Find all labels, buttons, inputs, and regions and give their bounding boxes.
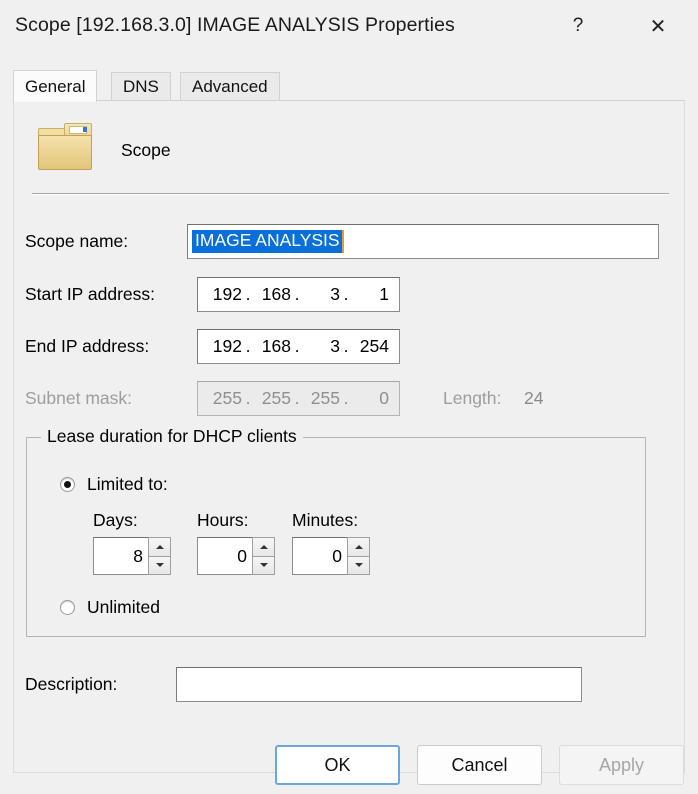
subnet-octet-2: 255	[261, 388, 291, 408]
tab-dns[interactable]: DNS	[111, 72, 171, 101]
description-input[interactable]	[176, 667, 582, 702]
subnet-octet-4: 0	[379, 388, 389, 408]
minutes-stepper-buttons[interactable]	[347, 537, 370, 575]
tab-strip: General DNS Advanced	[13, 70, 685, 102]
lease-duration-group: Lease duration for DHCP clients Limited …	[26, 426, 646, 637]
minutes-value[interactable]: 0	[292, 537, 347, 575]
end-ip-octet-3[interactable]: 3	[302, 336, 341, 357]
end-ip-label: End IP address:	[25, 336, 150, 356]
scope-name-input[interactable]: IMAGE ANALYSIS	[187, 224, 659, 259]
subnet-octet-1: 255	[212, 388, 242, 408]
days-stepper-buttons[interactable]	[148, 537, 171, 575]
hours-value[interactable]: 0	[197, 537, 252, 575]
hours-label: Hours:	[197, 510, 249, 530]
ip-dot: .	[245, 336, 251, 356]
chevron-down-icon	[354, 563, 363, 568]
help-icon[interactable]: ?	[555, 0, 601, 52]
start-ip-octet-2[interactable]: 168	[253, 284, 292, 305]
lease-duration-group-title: Lease duration for DHCP clients	[41, 426, 303, 447]
title-bar: Scope [192.168.3.0] IMAGE ANALYSIS Prope…	[0, 0, 698, 56]
chevron-up-icon	[155, 544, 164, 549]
subnet-mask-input: 255 . 255 . 255 . 0	[197, 381, 400, 416]
scope-name-label: Scope name:	[25, 231, 129, 251]
tab-general[interactable]: General	[13, 70, 98, 102]
tab-advanced[interactable]: Advanced	[180, 72, 280, 101]
chevron-up-icon	[259, 544, 268, 549]
hours-increment-button[interactable]	[252, 537, 275, 557]
hours-stepper[interactable]: 0	[197, 537, 275, 575]
minutes-label: Minutes:	[292, 510, 359, 530]
end-ip-octet-1[interactable]: 192	[204, 336, 243, 357]
ip-dot: .	[294, 388, 300, 408]
start-ip-label: Start IP address:	[25, 284, 156, 304]
hours-decrement-button[interactable]	[252, 556, 275, 575]
description-label: Description:	[25, 674, 118, 694]
length-value: 24	[524, 388, 544, 408]
folder-icon	[38, 123, 92, 170]
end-ip-input[interactable]: 192 . 168 . 3 . 254	[197, 329, 400, 364]
hours-stepper-buttons[interactable]	[252, 537, 275, 575]
minutes-stepper[interactable]: 0	[292, 537, 370, 575]
start-ip-input[interactable]: 192 . 168 . 3 . 1	[197, 277, 400, 312]
radio-unlimited-indicator[interactable]	[60, 600, 75, 615]
ip-dot: .	[343, 284, 349, 304]
minutes-decrement-button[interactable]	[347, 556, 370, 575]
days-label: Days:	[93, 510, 138, 530]
radio-unlimited-label: Unlimited	[87, 597, 160, 617]
start-ip-octet-3[interactable]: 3	[302, 284, 341, 305]
start-ip-octet-1[interactable]: 192	[204, 284, 243, 305]
subnet-mask-label: Subnet mask:	[25, 388, 132, 408]
start-ip-octet-4[interactable]: 1	[351, 284, 390, 305]
end-ip-octet-2[interactable]: 168	[253, 336, 292, 357]
scope-name-value: IMAGE ANALYSIS	[192, 230, 342, 253]
cancel-button[interactable]: Cancel	[417, 745, 542, 785]
length-label: Length:	[443, 388, 502, 408]
days-decrement-button[interactable]	[148, 556, 171, 575]
ip-dot: .	[245, 284, 251, 304]
radio-limited-to-label: Limited to:	[87, 474, 168, 494]
scope-heading: Scope	[121, 140, 171, 160]
header-separator	[32, 193, 669, 195]
ip-dot: .	[343, 388, 349, 408]
radio-limited-to-indicator[interactable]	[60, 477, 75, 492]
ip-dot: .	[245, 388, 251, 408]
days-value[interactable]: 8	[93, 537, 148, 575]
radio-unlimited[interactable]: Unlimited	[60, 597, 160, 618]
ip-dot: .	[294, 284, 300, 304]
chevron-up-icon	[354, 544, 363, 549]
minutes-increment-button[interactable]	[347, 537, 370, 557]
days-increment-button[interactable]	[148, 537, 171, 557]
text-caret	[341, 230, 344, 253]
apply-button: Apply	[559, 745, 684, 785]
ip-dot: .	[343, 336, 349, 356]
subnet-octet-3: 255	[310, 388, 340, 408]
end-ip-octet-4[interactable]: 254	[351, 336, 390, 357]
window-title: Scope [192.168.3.0] IMAGE ANALYSIS Prope…	[15, 14, 455, 36]
chevron-down-icon	[259, 563, 268, 568]
close-icon[interactable]: ✕	[635, 0, 681, 52]
ip-dot: .	[294, 336, 300, 356]
ok-button[interactable]: OK	[275, 745, 400, 785]
radio-limited-to[interactable]: Limited to:	[60, 474, 168, 495]
days-stepper[interactable]: 8	[93, 537, 171, 575]
chevron-down-icon	[155, 563, 164, 568]
